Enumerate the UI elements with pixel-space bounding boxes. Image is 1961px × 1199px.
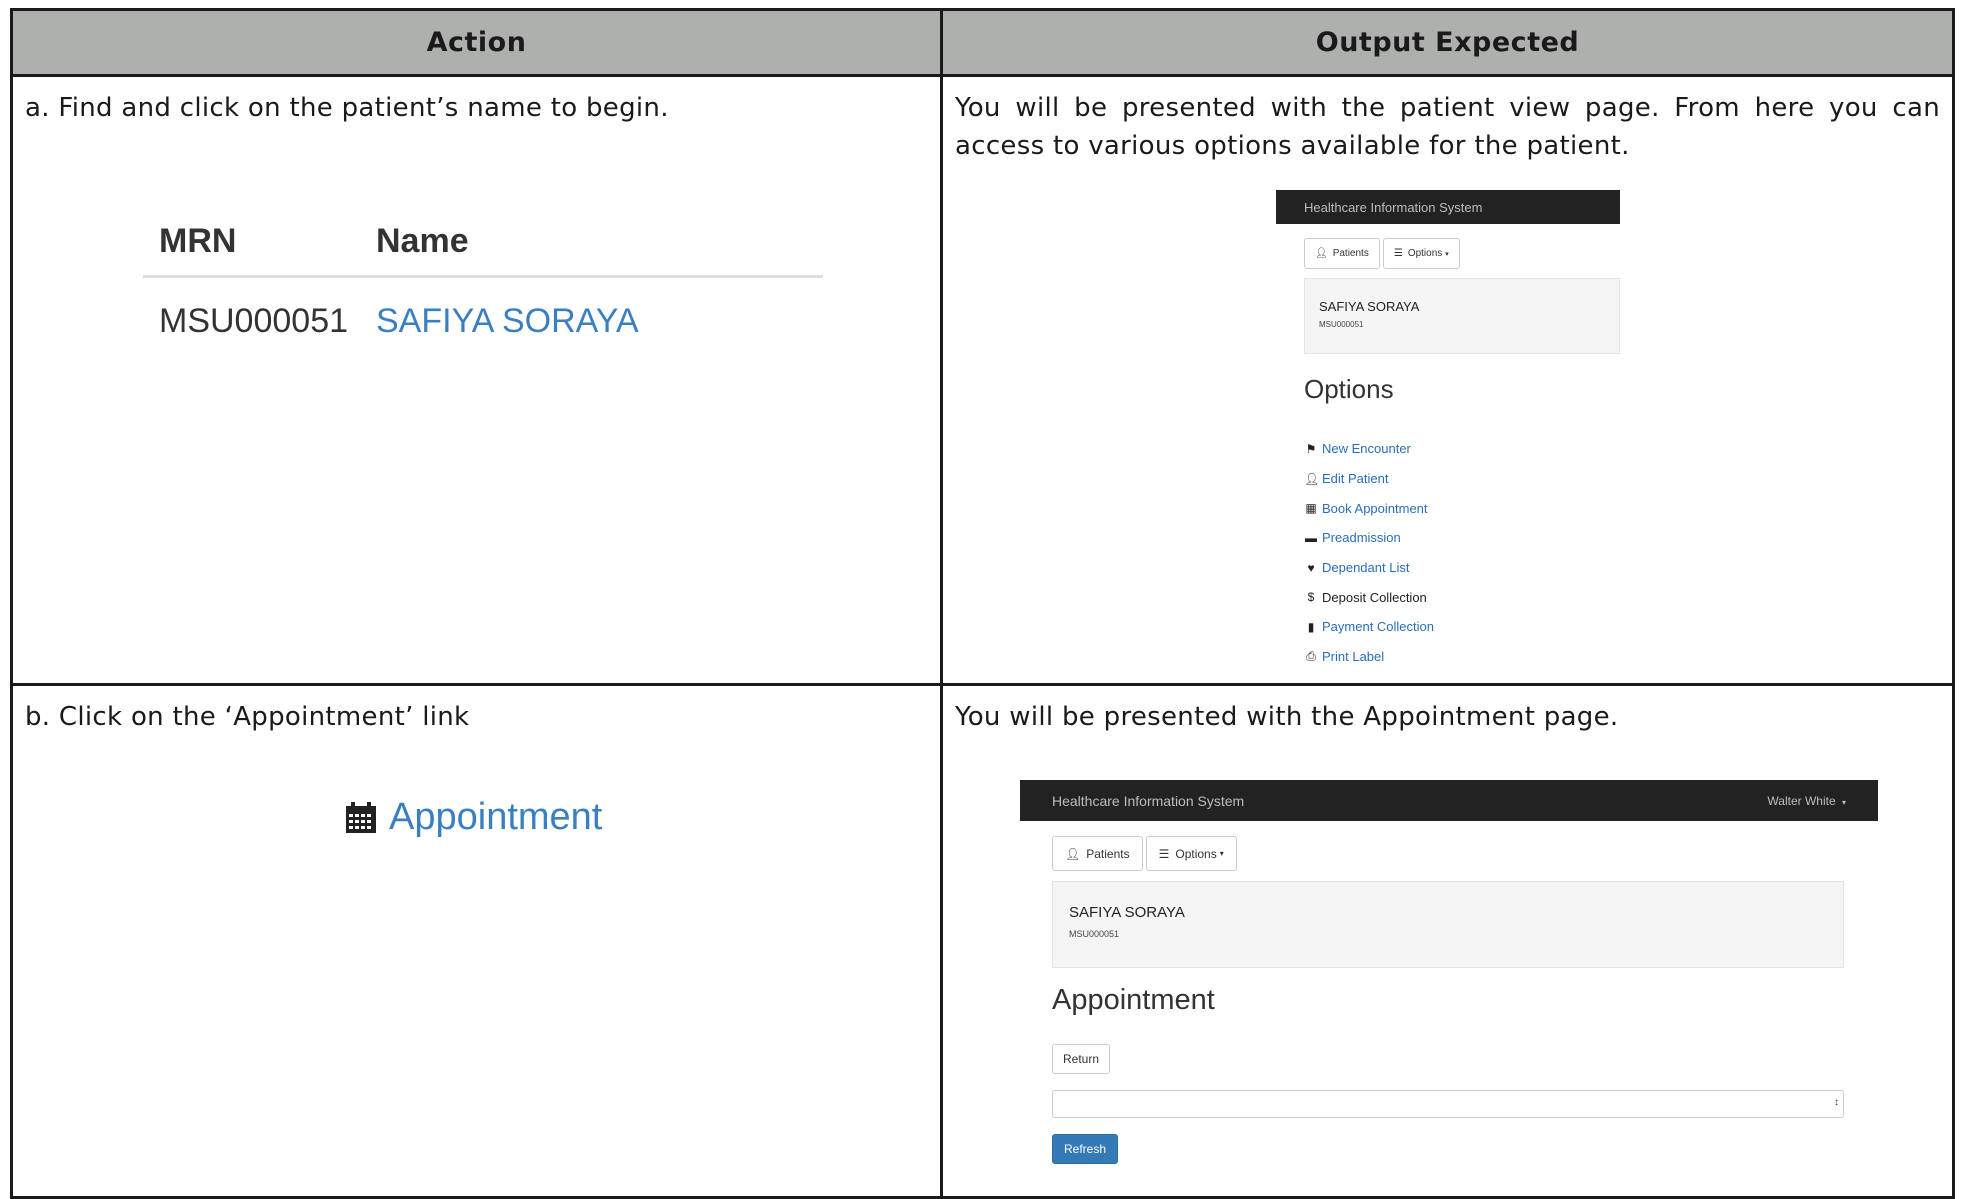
deposit-collection-link[interactable]: $ Deposit Collection — [1304, 582, 1434, 612]
app-title[interactable]: Healthcare Information System — [1052, 793, 1244, 809]
output-text: You will be presented with the Appointme… — [955, 702, 1619, 732]
column-name: Name — [376, 221, 469, 260]
patient-name: SAFIYA SORAYA — [1319, 299, 1420, 314]
options-button-label: Options — [1407, 248, 1443, 259]
options-heading: Options — [1304, 374, 1394, 404]
options-button[interactable]: ☰ Options ▾ — [1145, 836, 1237, 871]
patient-info-panel: SAFIYA SORAYA MSU000051 — [1304, 278, 1620, 354]
book-icon: ▮ — [1307, 619, 1315, 634]
toolbar: 👤︎ Patients ☰ Options ▾ — [1052, 836, 1237, 871]
print-icon: ⎙ — [1306, 649, 1316, 664]
patients-button[interactable]: 👤︎ Patients — [1304, 238, 1380, 269]
patients-button-label: Patients — [1086, 846, 1130, 861]
patient-mrn: MSU000051 — [1069, 929, 1120, 939]
user-menu[interactable]: Walter White ▾ — [1767, 794, 1846, 808]
action-text: a. Find and click on the patient’s name … — [25, 93, 669, 123]
output-text: You will be presented with the patient v… — [955, 93, 1940, 161]
bed-icon: ▬ — [1305, 530, 1317, 545]
payment-collection-link[interactable]: ▮ Payment Collection — [1304, 612, 1434, 642]
option-label: Edit Patient — [1322, 471, 1389, 487]
menu-icon: ☰ — [1393, 248, 1403, 259]
refresh-button[interactable]: Refresh — [1052, 1134, 1119, 1164]
action-cell: b. Click on the ‘Appointment’ link Appoi… — [10, 683, 943, 1199]
header-action: Action — [10, 8, 943, 77]
patient-view-screenshot: Healthcare Information System 👤︎ Patient… — [1276, 190, 1620, 664]
patient-list-header: MRN Name — [143, 207, 823, 278]
table-header-row: Action Output Expected — [10, 8, 1955, 77]
dependant-list-link[interactable]: ♥ Dependant List — [1304, 553, 1434, 583]
option-label: Print Label — [1322, 649, 1385, 665]
appointment-select[interactable]: ↕ — [1052, 1090, 1844, 1118]
patients-button-label: Patients — [1332, 248, 1369, 259]
user-icon: 👤︎ — [1065, 846, 1081, 861]
preadmission-link[interactable]: ▬ Preadmission — [1304, 523, 1434, 553]
select-arrow-icon: ↕ — [1834, 1097, 1839, 1108]
patient-mrn: MSU000051 — [159, 301, 349, 340]
options-button[interactable]: ☰ Options ▾ — [1382, 238, 1460, 269]
navbar: Healthcare Information System Walter Whi… — [1020, 780, 1878, 821]
caret-down-icon: ▾ — [1841, 797, 1846, 807]
option-label: Preadmission — [1322, 530, 1401, 546]
page-title: Appointment — [1052, 984, 1215, 1016]
app-title[interactable]: Healthcare Information System — [1304, 200, 1482, 215]
patient-mrn: MSU000051 — [1319, 320, 1364, 329]
options-button-label: Options — [1175, 846, 1217, 861]
user-icon: 👤︎ — [1315, 248, 1328, 259]
caret-down-icon: ▾ — [1219, 849, 1224, 858]
action-cell: a. Find and click on the patient’s name … — [10, 74, 943, 686]
options-list: ⚑ New Encounter 👤︎ Edit Patient ▦ Book A… — [1304, 434, 1434, 672]
column-mrn: MRN — [159, 221, 237, 260]
option-label: Payment Collection — [1322, 619, 1434, 635]
user-menu-label: Walter White — [1767, 793, 1836, 808]
return-button[interactable]: Return — [1052, 1044, 1111, 1074]
calendar-icon: ▦ — [1305, 501, 1317, 516]
book-appointment-link[interactable]: ▦ Book Appointment — [1304, 493, 1434, 523]
patient-info-panel: SAFIYA SORAYA MSU000051 — [1052, 881, 1844, 968]
patient-name-link[interactable]: SAFIYA SORAYA — [376, 302, 639, 341]
appointment-link[interactable]: Appointment — [345, 796, 602, 839]
option-label: New Encounter — [1322, 441, 1411, 457]
flag-icon: ⚑ — [1305, 441, 1317, 456]
edit-patient-link[interactable]: 👤︎ Edit Patient — [1304, 464, 1434, 494]
option-label: Book Appointment — [1322, 500, 1428, 516]
patient-list-row: MSU000051 SAFIYA SORAYA — [143, 278, 823, 364]
calendar-icon — [346, 801, 376, 833]
toolbar: 👤︎ Patients ☰ Options ▾ — [1304, 238, 1460, 269]
header-output-expected: Output Expected — [940, 8, 1955, 77]
user-icon: 👤︎ — [1304, 471, 1320, 486]
heart-icon: ♥ — [1307, 560, 1315, 575]
new-encounter-link[interactable]: ⚑ New Encounter — [1304, 434, 1434, 464]
print-label-link[interactable]: ⎙ Print Label — [1304, 642, 1434, 672]
table-row: a. Find and click on the patient’s name … — [10, 74, 1955, 686]
option-label: Dependant List — [1322, 560, 1410, 576]
patient-name: SAFIYA SORAYA — [1069, 904, 1185, 921]
appointment-link-label: Appointment — [389, 796, 603, 838]
patients-button[interactable]: 👤︎ Patients — [1052, 836, 1143, 871]
caret-down-icon: ▾ — [1445, 250, 1449, 258]
appointment-page-screenshot: Healthcare Information System Walter Whi… — [1020, 780, 1878, 1170]
dollar-icon: $ — [1307, 590, 1315, 605]
menu-icon: ☰ — [1158, 846, 1170, 861]
patient-list-screenshot: MRN Name MSU000051 SAFIYA SORAYA — [143, 207, 823, 364]
action-text: b. Click on the ‘Appointment’ link — [25, 702, 470, 732]
navbar: Healthcare Information System — [1276, 190, 1620, 224]
option-label: Deposit Collection — [1322, 589, 1427, 605]
